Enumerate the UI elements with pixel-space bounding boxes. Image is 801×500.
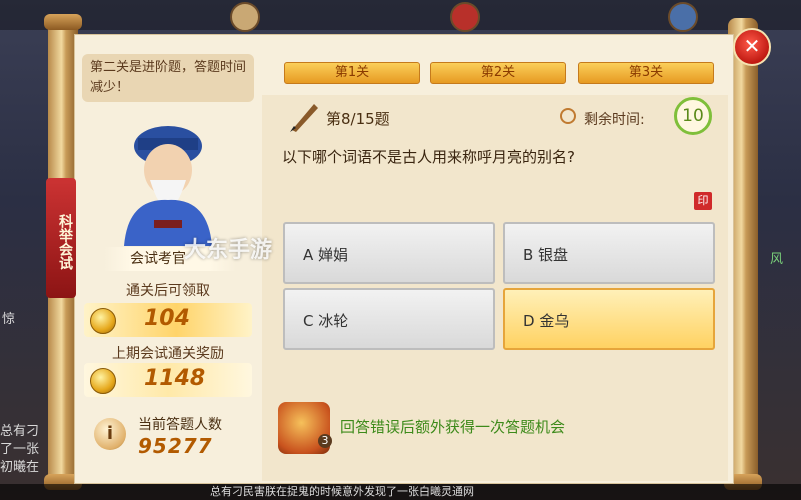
reward-row: 104 [84,303,252,337]
stage-notice: 第二关是进阶题，答题时间减少！ [82,54,254,102]
last-reward-value: 1148 [144,366,206,391]
side-text-left-2: 总有刁 [0,424,40,439]
hud-badge-icon[interactable] [450,2,480,32]
side-text-right-1: 风 [770,252,784,267]
question-text: 以下哪个词语不是古人用来称呼月亮的别名? [282,148,575,166]
watermark-logo: 大东手游 [184,238,273,263]
answer-option-c[interactable]: C 冰轮 [283,288,495,350]
retry-card-count: 3 [318,434,332,448]
side-text-left-1: 惊 [2,312,16,327]
answer-option-a[interactable]: A 婵娟 [283,222,495,284]
scroll-cap-top-left [44,14,82,30]
answer-option-b[interactable]: B 银盘 [503,222,715,284]
participant-count-label: 当前答题人数 [138,417,222,433]
reward-value: 104 [144,306,190,331]
last-reward-row: 1148 [84,363,252,397]
examiner-portrait [104,108,232,246]
seal-stamp-icon: 印 [694,192,712,210]
tab-stage-3[interactable]: 第3关 [578,62,714,84]
info-icon[interactable]: i [94,418,126,450]
coin-icon [90,308,116,334]
retry-card-text: 回答错误后额外获得一次答题机会 [340,418,566,436]
examiner-figure-icon [124,126,212,246]
countdown-timer: 10 [674,97,712,135]
clock-icon [560,108,576,124]
reward-label: 通关后可领取 [126,283,210,299]
side-text-left-3: 了一张 [0,442,40,457]
brush-icon [286,98,322,134]
close-button[interactable]: ✕ [733,28,771,66]
exam-title-banner: 科举会试 [46,178,76,298]
tab-stage-1[interactable]: 第1关 [284,62,420,84]
participant-count-value: 95277 [138,434,213,458]
coin-icon [90,368,116,394]
hud-avatar-icon[interactable] [230,2,260,32]
last-reward-label: 上期会试通关奖励 [112,346,224,362]
stage-tabs: 第1关 第2关 第3关 [262,58,728,86]
top-hud [0,0,801,32]
side-text-left-4: 初曦在 [0,460,40,475]
tab-stage-2[interactable]: 第2关 [430,62,566,84]
timer-label: 剩余时间: [584,112,645,128]
examiner-name-text: 会试考官 [130,251,186,267]
answer-option-d[interactable]: D 金乌 [503,288,715,350]
chat-ticker: 总有刁民害朕在捉鬼的时候意外发现了一张白曦灵通网 [0,484,801,500]
question-number: 第8/15题 [326,110,390,128]
hud-player-icon[interactable] [668,2,698,32]
